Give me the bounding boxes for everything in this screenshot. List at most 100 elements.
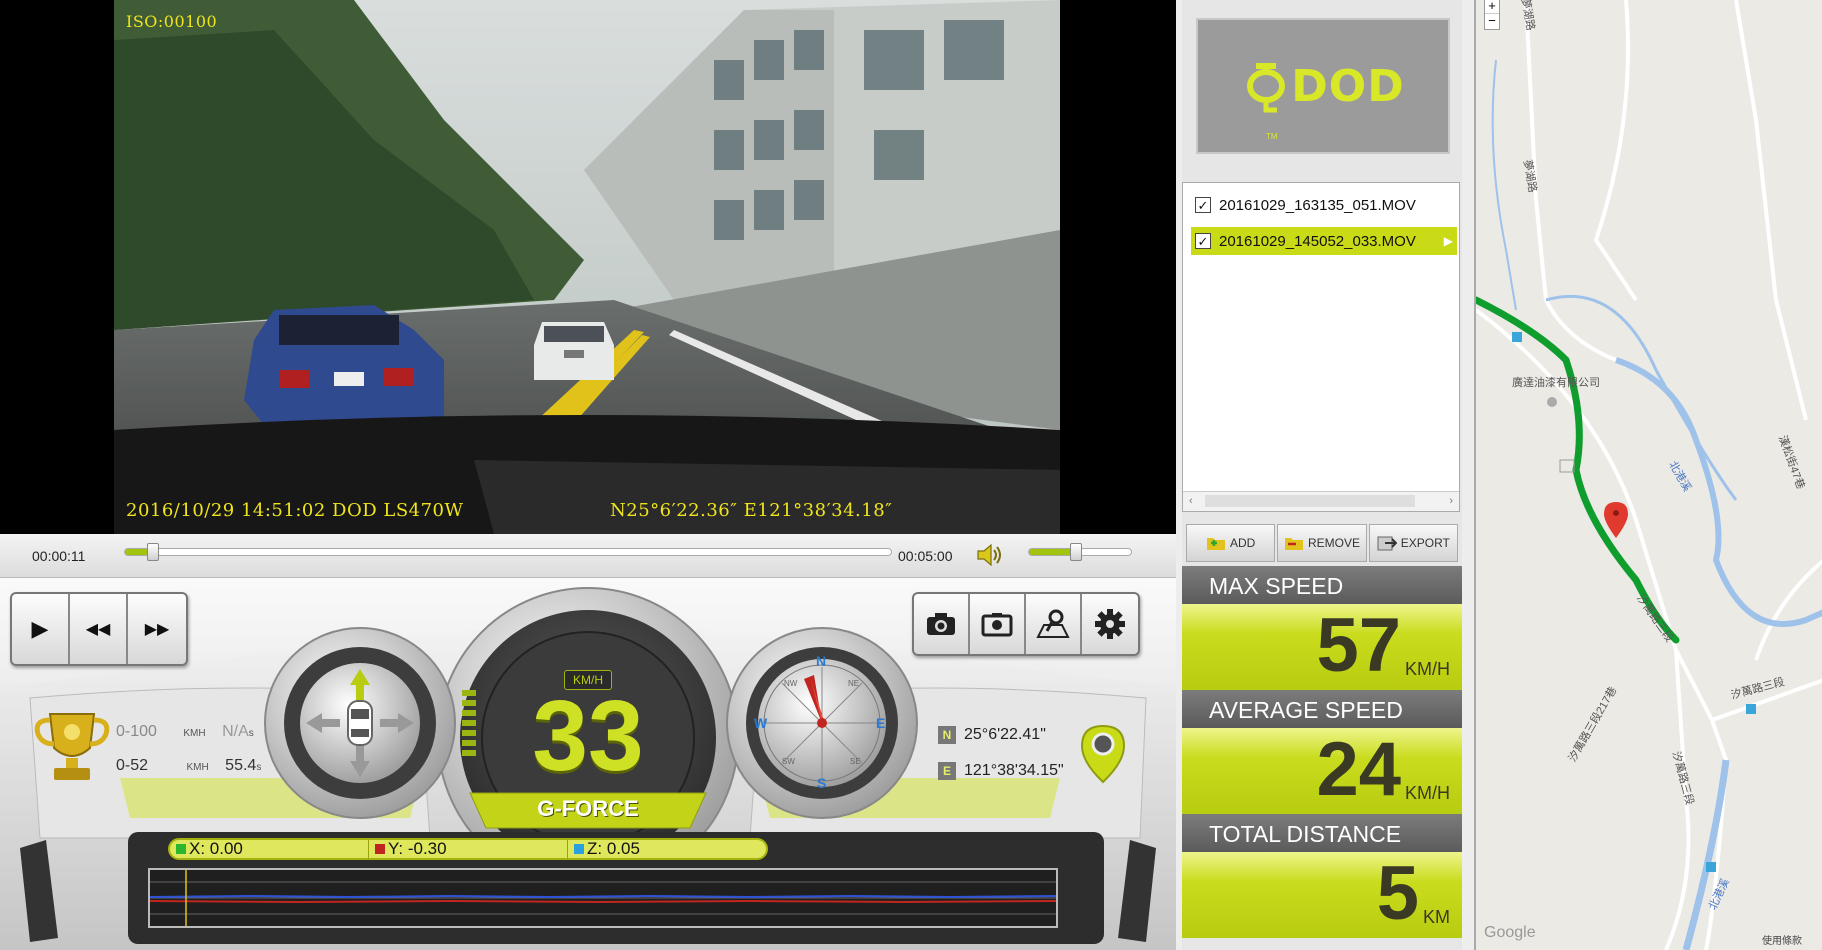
legend-z-swatch	[574, 844, 584, 854]
horizontal-scrollbar[interactable]: ‹ ›	[1183, 491, 1459, 511]
file-item[interactable]: ✓ 20161029_163135_051.MOV	[1191, 191, 1457, 219]
stat-unit: KMH	[183, 728, 206, 739]
average-speed-value: 24	[1316, 727, 1401, 812]
video-player[interactable]: ISO:00100 2016/10/29 14:51:02 DOD LS470W…	[0, 0, 1176, 534]
stat-suffix: s	[248, 728, 254, 739]
remove-button[interactable]: REMOVE	[1277, 524, 1367, 562]
gforce-series-z	[149, 894, 1057, 899]
average-speed-panel: 24 KM/H	[1182, 728, 1462, 814]
rewind-button[interactable]: ◀◀	[70, 594, 128, 664]
max-speed-panel: 57 KM/H	[1182, 604, 1462, 690]
seek-thumb[interactable]	[147, 543, 160, 561]
volume-thumb[interactable]	[1069, 543, 1082, 561]
legend-x: X: 0.00	[170, 839, 369, 859]
gps-longitude: E 121°38'34.15"	[938, 762, 1064, 780]
compass-s: S	[817, 775, 827, 791]
speed-level-bar	[458, 690, 482, 785]
lat-value: 25°6'22.41"	[964, 726, 1046, 743]
scroll-right-icon[interactable]: ›	[1449, 495, 1453, 507]
map-canvas	[1476, 0, 1822, 950]
camera-button[interactable]	[914, 594, 970, 654]
zoom-control: + −	[1484, 0, 1500, 30]
osd-coordinates: N25°6′22.36″ E121°38′34.18″	[610, 500, 893, 521]
play-icon: ▶	[31, 616, 49, 641]
lat-tag: N	[938, 726, 956, 744]
osd-datetime: 2016/10/29 14:51:02 DOD LS470W	[126, 500, 464, 521]
dashcam-scene	[114, 0, 1060, 534]
file-checkbox[interactable]: ✓	[1195, 233, 1211, 249]
file-actions: ADD REMOVE EXPORT	[1186, 524, 1460, 562]
max-speed-value: 57	[1316, 603, 1401, 688]
file-list[interactable]: ✓ 20161029_163135_051.MOV ✓ 20161029_145…	[1182, 182, 1460, 512]
add-button[interactable]: ADD	[1186, 524, 1276, 562]
gforce-series-y	[149, 899, 1057, 904]
map-terms-link[interactable]: 使用條款	[1762, 932, 1802, 947]
max-speed-header: MAX SPEED	[1182, 566, 1462, 604]
google-logo: Google	[1484, 924, 1536, 941]
max-speed-unit: KM/H	[1405, 659, 1450, 679]
right-panel: DOD TM ✓ 20161029_163135_051.MOV ✓ 20161…	[1182, 0, 1462, 950]
total-time: 00:05:00	[898, 548, 953, 564]
file-checkbox[interactable]: ✓	[1195, 197, 1211, 213]
scroll-thumb[interactable]	[1205, 495, 1415, 507]
play-indicator-icon: ▶	[1443, 234, 1453, 248]
trophy-icon	[30, 708, 114, 789]
total-distance-value: 5	[1376, 851, 1419, 936]
stat-row-0-52: 0-52 KMH 55.4s	[116, 757, 261, 775]
map-marker-icon[interactable]	[1080, 724, 1126, 789]
scroll-left-icon[interactable]: ‹	[1189, 495, 1193, 507]
stat-unit: KMH	[186, 762, 209, 773]
compass-n: N	[816, 653, 827, 669]
zoom-out-button[interactable]: −	[1485, 14, 1499, 29]
logo-tm: TM	[1266, 132, 1278, 141]
total-distance-header: TOTAL DISTANCE	[1182, 814, 1462, 852]
zoom-in-button[interactable]: +	[1485, 0, 1499, 14]
white-car	[534, 322, 614, 380]
compass-nw: NW	[784, 679, 798, 688]
seek-slider[interactable]	[124, 543, 892, 561]
play-button[interactable]: ▶	[12, 594, 70, 664]
export-button[interactable]: EXPORT	[1368, 524, 1458, 562]
file-name: 20161029_163135_051.MOV	[1219, 196, 1416, 214]
dod-logo-icon	[1247, 63, 1286, 113]
remove-label: REMOVE	[1307, 536, 1360, 550]
settings-button[interactable]	[1082, 594, 1138, 654]
video-frame[interactable]: ISO:00100 2016/10/29 14:51:02 DOD LS470W…	[114, 0, 1060, 534]
compass-se: SE	[850, 757, 861, 766]
average-speed-unit: KM/H	[1405, 783, 1450, 803]
logo-text: DOD	[1291, 60, 1405, 112]
current-time: 00:00:11	[32, 548, 86, 564]
gforce-chart[interactable]	[148, 868, 1058, 928]
map-location-button[interactable]	[1026, 594, 1082, 654]
export-icon	[1377, 536, 1397, 551]
export-label: EXPORT	[1400, 536, 1450, 550]
compass-ne: NE	[848, 679, 860, 688]
snapshot-button[interactable]	[970, 594, 1026, 654]
legend-y-swatch	[375, 844, 385, 854]
total-distance-panel: 5 KM	[1182, 852, 1462, 938]
camera-icon	[927, 613, 955, 635]
app-window: ISO:00100 2016/10/29 14:51:02 DOD LS470W…	[0, 0, 1822, 950]
volume-fill	[1029, 549, 1076, 555]
add-label: ADD	[1229, 536, 1256, 550]
brand-logo: DOD TM	[1196, 18, 1450, 154]
file-item-selected[interactable]: ✓ 20161029_145052_033.MOV ▶	[1191, 227, 1457, 255]
compass: N E S W NE SE SW NW	[752, 653, 892, 793]
legend-x-label: X: 0.00	[189, 839, 243, 858]
stat-row-0-100: 0-100 KMH N/As	[116, 723, 254, 741]
fast-forward-icon: ▶▶	[144, 621, 170, 638]
legend-x-swatch	[176, 844, 186, 854]
volume-icon[interactable]	[974, 542, 1004, 573]
gps-latitude: N 25°6'22.41"	[938, 726, 1046, 744]
rewind-icon: ◀◀	[85, 621, 111, 638]
legend-z-label: Z: 0.05	[587, 839, 640, 858]
route-map[interactable]: + − 廣達油漆有限公司 北港溪 北港溪 汐萬路三段 汐萬路三段217巷 汐萬路…	[1474, 0, 1822, 950]
fast-forward-button[interactable]: ▶▶	[128, 594, 186, 664]
map-pin-icon	[1036, 609, 1070, 638]
legend-y: Y: -0.30	[369, 839, 568, 859]
volume-slider[interactable]	[1028, 543, 1132, 561]
gforce-legend: X: 0.00 Y: -0.30 Z: 0.05	[168, 838, 768, 860]
gforce-title: G-FORCE	[537, 796, 639, 821]
map-label-company: 廣達油漆有限公司	[1512, 377, 1600, 389]
legend-z: Z: 0.05	[568, 839, 766, 859]
